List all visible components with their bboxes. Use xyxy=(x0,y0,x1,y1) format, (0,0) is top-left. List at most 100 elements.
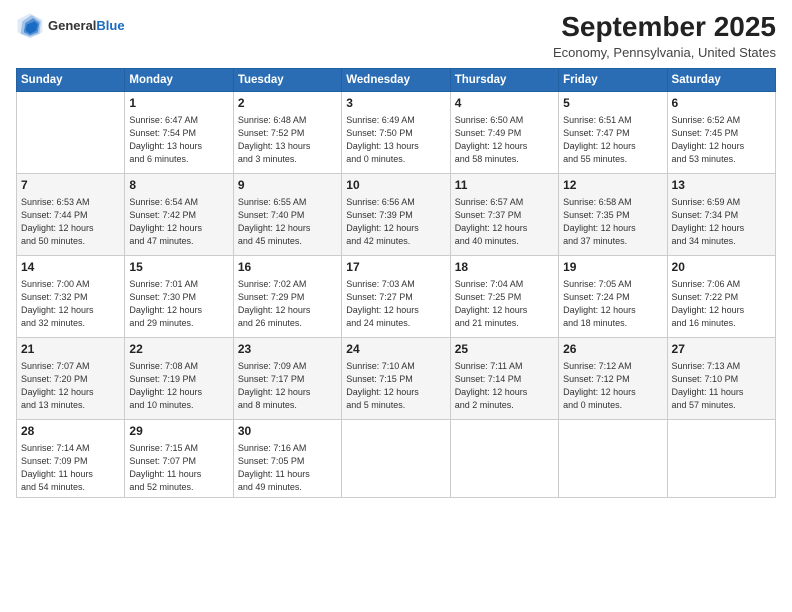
day-number: 18 xyxy=(455,259,554,276)
day-info: Sunrise: 6:49 AM Sunset: 7:50 PM Dayligh… xyxy=(346,114,445,166)
day-info: Sunrise: 7:09 AM Sunset: 7:17 PM Dayligh… xyxy=(238,360,337,412)
day-info: Sunrise: 7:07 AM Sunset: 7:20 PM Dayligh… xyxy=(21,360,120,412)
col-friday: Friday xyxy=(559,68,667,91)
day-info: Sunrise: 6:57 AM Sunset: 7:37 PM Dayligh… xyxy=(455,196,554,248)
calendar-header-row: Sunday Monday Tuesday Wednesday Thursday… xyxy=(17,68,776,91)
day-info: Sunrise: 6:52 AM Sunset: 7:45 PM Dayligh… xyxy=(672,114,771,166)
table-row: 13 Sunrise: 6:59 AM Sunset: 7:34 PM Dayli… xyxy=(667,173,775,255)
day-info: Sunrise: 6:47 AM Sunset: 7:54 PM Dayligh… xyxy=(129,114,228,166)
day-number: 4 xyxy=(455,95,554,112)
table-row: 19 Sunrise: 7:05 AM Sunset: 7:24 PM Dayli… xyxy=(559,255,667,337)
table-row: 16 Sunrise: 7:02 AM Sunset: 7:29 PM Dayli… xyxy=(233,255,341,337)
table-row xyxy=(450,419,558,497)
day-info: Sunrise: 7:16 AM Sunset: 7:05 PM Dayligh… xyxy=(238,442,337,494)
day-info: Sunrise: 7:06 AM Sunset: 7:22 PM Dayligh… xyxy=(672,278,771,330)
logo-general: GeneralBlue xyxy=(48,18,125,34)
month-title: September 2025 xyxy=(553,12,776,43)
table-row: 8 Sunrise: 6:54 AM Sunset: 7:42 PM Daylig… xyxy=(125,173,233,255)
day-info: Sunrise: 7:04 AM Sunset: 7:25 PM Dayligh… xyxy=(455,278,554,330)
table-row: 18 Sunrise: 7:04 AM Sunset: 7:25 PM Dayli… xyxy=(450,255,558,337)
table-row: 5 Sunrise: 6:51 AM Sunset: 7:47 PM Daylig… xyxy=(559,91,667,173)
day-number: 6 xyxy=(672,95,771,112)
day-info: Sunrise: 6:55 AM Sunset: 7:40 PM Dayligh… xyxy=(238,196,337,248)
day-number: 8 xyxy=(129,177,228,194)
logo-text: GeneralBlue xyxy=(48,18,125,34)
logo-icon xyxy=(16,12,44,40)
table-row: 12Sunrise: 6:58 AM Sunset: 7:35 PM Dayli… xyxy=(559,173,667,255)
day-number: 10 xyxy=(346,177,445,194)
table-row: 9 Sunrise: 6:55 AM Sunset: 7:40 PM Daylig… xyxy=(233,173,341,255)
day-info: Sunrise: 6:48 AM Sunset: 7:52 PM Dayligh… xyxy=(238,114,337,166)
day-number: 2 xyxy=(238,95,337,112)
day-number: 24 xyxy=(346,341,445,358)
day-number: 15 xyxy=(129,259,228,276)
day-number: 19 xyxy=(563,259,662,276)
table-row xyxy=(342,419,450,497)
calendar-table: Sunday Monday Tuesday Wednesday Thursday… xyxy=(16,68,776,498)
table-row: 1 Sunrise: 6:47 AM Sunset: 7:54 PM Daylig… xyxy=(125,91,233,173)
col-saturday: Saturday xyxy=(667,68,775,91)
col-tuesday: Tuesday xyxy=(233,68,341,91)
day-number: 7 xyxy=(21,177,120,194)
day-info: Sunrise: 6:56 AM Sunset: 7:39 PM Dayligh… xyxy=(346,196,445,248)
day-info: Sunrise: 6:54 AM Sunset: 7:42 PM Dayligh… xyxy=(129,196,228,248)
table-row: 17 Sunrise: 7:03 AM Sunset: 7:27 PM Dayli… xyxy=(342,255,450,337)
day-number: 5 xyxy=(563,95,662,112)
table-row: 14 Sunrise: 7:00 AM Sunset: 7:32 PM Dayli… xyxy=(17,255,125,337)
day-info: Sunrise: 6:59 AM Sunset: 7:34 PM Dayligh… xyxy=(672,196,771,248)
day-info: Sunrise: 7:00 AM Sunset: 7:32 PM Dayligh… xyxy=(21,278,120,330)
day-info: Sunrise: 7:13 AM Sunset: 7:10 PM Dayligh… xyxy=(672,360,771,412)
day-number: 29 xyxy=(129,423,228,440)
day-info: Sunrise: 7:01 AM Sunset: 7:30 PM Dayligh… xyxy=(129,278,228,330)
day-number: 26 xyxy=(563,341,662,358)
day-number: 22 xyxy=(129,341,228,358)
day-info: Sunrise: 6:58 AM Sunset: 7:35 PM Dayligh… xyxy=(563,196,662,248)
day-number: 9 xyxy=(238,177,337,194)
day-number: 20 xyxy=(672,259,771,276)
table-row: 7 Sunrise: 6:53 AM Sunset: 7:44 PM Daylig… xyxy=(17,173,125,255)
table-row: 4Sunrise: 6:50 AM Sunset: 7:49 PM Daylig… xyxy=(450,91,558,173)
logo: GeneralBlue xyxy=(16,12,125,40)
day-number: 13 xyxy=(672,177,771,194)
col-wednesday: Wednesday xyxy=(342,68,450,91)
day-info: Sunrise: 6:51 AM Sunset: 7:47 PM Dayligh… xyxy=(563,114,662,166)
table-row: 15 Sunrise: 7:01 AM Sunset: 7:30 PM Dayli… xyxy=(125,255,233,337)
day-number: 30 xyxy=(238,423,337,440)
day-info: Sunrise: 7:10 AM Sunset: 7:15 PM Dayligh… xyxy=(346,360,445,412)
table-row: 3 Sunrise: 6:49 AM Sunset: 7:50 PM Daylig… xyxy=(342,91,450,173)
day-info: Sunrise: 7:15 AM Sunset: 7:07 PM Dayligh… xyxy=(129,442,228,494)
table-row: 28Sunrise: 7:14 AM Sunset: 7:09 PM Dayli… xyxy=(17,419,125,497)
table-row: 2 Sunrise: 6:48 AM Sunset: 7:52 PM Daylig… xyxy=(233,91,341,173)
table-row: 26Sunrise: 7:12 AM Sunset: 7:12 PM Dayli… xyxy=(559,337,667,419)
table-row: 23 Sunrise: 7:09 AM Sunset: 7:17 PM Dayli… xyxy=(233,337,341,419)
day-info: Sunrise: 7:11 AM Sunset: 7:14 PM Dayligh… xyxy=(455,360,554,412)
day-number: 23 xyxy=(238,341,337,358)
day-info: Sunrise: 7:02 AM Sunset: 7:29 PM Dayligh… xyxy=(238,278,337,330)
day-number: 16 xyxy=(238,259,337,276)
table-row: 20 Sunrise: 7:06 AM Sunset: 7:22 PM Dayli… xyxy=(667,255,775,337)
table-row xyxy=(17,91,125,173)
col-monday: Monday xyxy=(125,68,233,91)
header: GeneralBlue September 2025 Economy, Penn… xyxy=(16,12,776,60)
day-number: 14 xyxy=(21,259,120,276)
table-row: 11 Sunrise: 6:57 AM Sunset: 7:37 PM Dayli… xyxy=(450,173,558,255)
page: GeneralBlue September 2025 Economy, Penn… xyxy=(0,0,792,612)
day-info: Sunrise: 7:05 AM Sunset: 7:24 PM Dayligh… xyxy=(563,278,662,330)
title-block: September 2025 Economy, Pennsylvania, Un… xyxy=(553,12,776,60)
table-row: 21 Sunrise: 7:07 AM Sunset: 7:20 PM Dayli… xyxy=(17,337,125,419)
table-row xyxy=(667,419,775,497)
day-number: 28 xyxy=(21,423,120,440)
day-number: 21 xyxy=(21,341,120,358)
day-number: 17 xyxy=(346,259,445,276)
table-row: 27Sunrise: 7:13 AM Sunset: 7:10 PM Dayli… xyxy=(667,337,775,419)
day-info: Sunrise: 6:53 AM Sunset: 7:44 PM Dayligh… xyxy=(21,196,120,248)
table-row xyxy=(559,419,667,497)
col-thursday: Thursday xyxy=(450,68,558,91)
table-row: 25Sunrise: 7:11 AM Sunset: 7:14 PM Dayli… xyxy=(450,337,558,419)
day-number: 3 xyxy=(346,95,445,112)
day-number: 1 xyxy=(129,95,228,112)
day-number: 11 xyxy=(455,177,554,194)
table-row: 22Sunrise: 7:08 AM Sunset: 7:19 PM Dayli… xyxy=(125,337,233,419)
table-row: 6 Sunrise: 6:52 AM Sunset: 7:45 PM Daylig… xyxy=(667,91,775,173)
day-info: Sunrise: 7:03 AM Sunset: 7:27 PM Dayligh… xyxy=(346,278,445,330)
